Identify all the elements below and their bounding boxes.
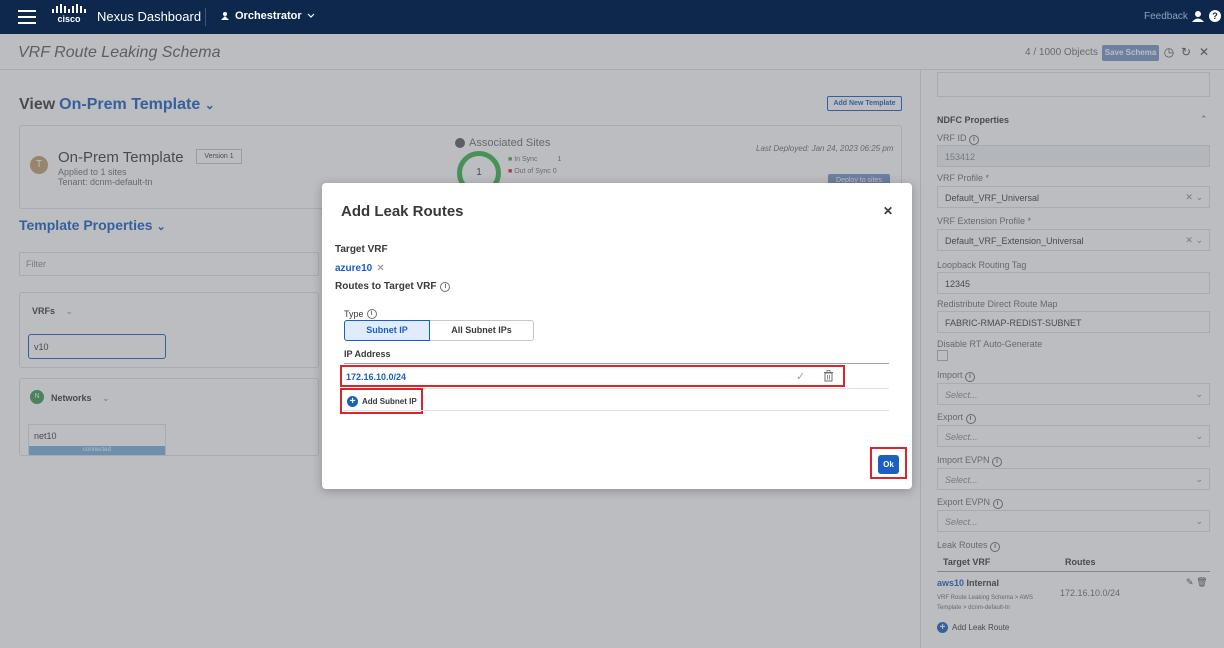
nav-divider [205, 8, 206, 26]
target-vrf-value[interactable]: azure10 [335, 263, 372, 274]
subnet-ip-option[interactable]: Subnet IP [344, 320, 430, 341]
orchestrator-switcher[interactable]: Orchestrator [220, 10, 315, 22]
type-label: Type i [344, 309, 377, 319]
routes-to-target-text: Routes to Target VRF [335, 281, 437, 292]
ok-button[interactable]: Ok [878, 455, 899, 474]
feedback-link[interactable]: Feedback [1144, 11, 1188, 22]
highlighted-ip-row [340, 365, 845, 387]
trash-icon[interactable] [823, 370, 834, 382]
routes-to-target-label: Routes to Target VRF i [335, 281, 451, 292]
orchestrator-icon [221, 12, 229, 20]
close-icon[interactable]: ✕ [883, 204, 893, 218]
ip-address-value[interactable]: 172.16.10.0/24 [346, 372, 406, 382]
info-icon[interactable]: i [366, 309, 377, 319]
plus-icon: + [347, 395, 358, 407]
user-icon[interactable] [1192, 10, 1204, 22]
ip-address-header: IP Address [344, 349, 889, 364]
orchestrator-label: Orchestrator [235, 10, 302, 22]
help-icon[interactable]: ? [1209, 10, 1221, 22]
chevron-down-icon [307, 13, 315, 18]
type-segmented-control: Subnet IP All Subnet IPs [344, 320, 534, 341]
target-vrf-label: Target VRF [335, 244, 388, 255]
hamburger-menu-icon[interactable] [18, 10, 36, 24]
type-label-text: Type [344, 309, 364, 319]
remove-icon[interactable]: ✕ [376, 263, 384, 274]
target-vrf-chip: azure10 ✕ [335, 263, 385, 274]
cisco-logo: cisco [52, 4, 86, 24]
info-icon[interactable]: i [440, 281, 451, 292]
dialog-title: Add Leak Routes [341, 203, 464, 220]
row-divider [344, 410, 889, 411]
check-icon[interactable]: ✓ [796, 370, 805, 383]
all-subnet-ips-option[interactable]: All Subnet IPs [430, 320, 534, 341]
add-subnet-ip-label: Add Subnet IP [362, 396, 417, 406]
row-divider [344, 388, 889, 389]
app-title: Nexus Dashboard [97, 9, 202, 24]
